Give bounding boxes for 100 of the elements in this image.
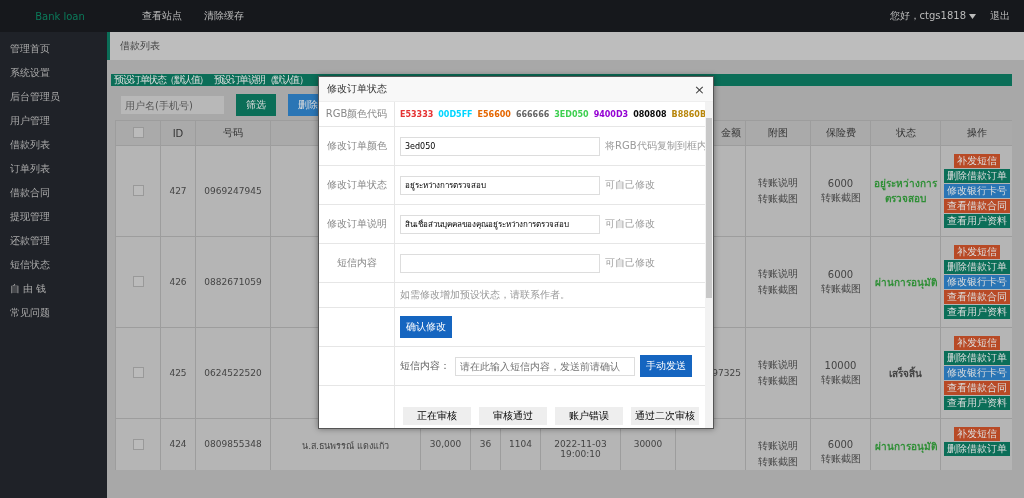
status-text: ผ่านการอนุมัติ — [874, 276, 937, 288]
confirm-button[interactable]: 确认修改 — [400, 316, 452, 338]
close-button[interactable]: × — [694, 81, 705, 97]
input-field[interactable]: 3ed050 — [400, 136, 600, 156]
action-button[interactable]: 查看用户资料 — [943, 214, 1010, 228]
preset-link[interactable]: 预设订单状态（默认值） — [114, 73, 208, 87]
table-cell: 425 — [169, 368, 187, 378]
field-hint: 可自己修改 — [605, 256, 655, 270]
color-code: E56600 — [477, 109, 511, 119]
sidebar-item[interactable]: 常见问题 — [0, 301, 107, 325]
sidebar-item[interactable]: 用户管理 — [0, 109, 107, 133]
action-button[interactable]: 补发短信 — [953, 427, 1000, 441]
sidebar-item[interactable]: 借款合同 — [0, 181, 107, 205]
attachment-link[interactable]: 转账说明 — [758, 358, 798, 372]
checkbox[interactable] — [132, 366, 144, 378]
status-button[interactable]: 通过二次审核 — [631, 407, 699, 425]
field-label: 短信内容 — [336, 256, 377, 270]
action-button[interactable]: 补发短信 — [953, 154, 1000, 168]
sidebar-item[interactable]: 还款管理 — [0, 229, 107, 253]
sidebar-item[interactable]: 系统设置 — [0, 61, 107, 85]
table-cell: น.ส.ธนพรรณ์ แดงแก้ว — [302, 441, 389, 451]
status-button[interactable]: 审核通过 — [479, 407, 547, 425]
field-label: RGB颜色代码 — [325, 107, 388, 121]
attachment-link[interactable]: 转账截图 — [758, 374, 798, 388]
color-code: E53333 — [400, 109, 434, 119]
input-field[interactable]: สินเชื่อส่วนบุคคลของคุณอยู่ระหว่างการตรวจสอบ — [400, 214, 600, 234]
action-button[interactable]: 修改银行卡号 — [943, 366, 1010, 380]
input-field[interactable]: อยู่ระหว่างการตรวจสอบ — [400, 175, 600, 195]
table-cell: 30000 — [633, 439, 663, 449]
action-button[interactable]: 补发短信 — [953, 336, 1000, 350]
logo-text[interactable]: Bank loan — [0, 10, 120, 22]
sms-input[interactable]: 请在此输入短信内容，发送前请确认 — [455, 356, 635, 376]
table-cell: 427 — [169, 186, 187, 196]
sidebar-item[interactable]: 自 由 钱 — [0, 277, 107, 301]
input-field[interactable] — [400, 253, 600, 273]
field-label: 修改订单状态 — [326, 178, 387, 192]
table-cell: 转账截图 — [820, 190, 861, 205]
column-header: 号码 — [223, 127, 243, 138]
checkbox[interactable] — [132, 275, 144, 287]
field-label: 短信内容： — [400, 359, 450, 373]
action-button[interactable]: 补发短信 — [953, 245, 1000, 259]
note-text: 如需修改增加预设状态，请联系作者。 — [400, 288, 570, 302]
sidebar-item[interactable]: 短信状态 — [0, 253, 107, 277]
table-cell: 0969247945 — [204, 186, 262, 196]
action-button[interactable]: 查看用户资料 — [943, 396, 1010, 410]
action-button[interactable]: 修改银行卡号 — [943, 275, 1010, 289]
table-cell: 10000 — [824, 359, 857, 371]
table-cell: 6000 — [827, 439, 854, 450]
field-hint: 可自己修改 — [605, 217, 655, 231]
attachment-link[interactable]: 转账截图 — [758, 455, 798, 469]
user-menu[interactable]: 您好，ctgs1818 — [889, 9, 976, 23]
attachment-link[interactable]: 转账截图 — [758, 283, 798, 297]
color-code: 080808 — [633, 109, 667, 119]
table-cell-text: 2022-11-03 19:00:10 — [553, 439, 608, 459]
action-button[interactable]: 查看借款合同 — [943, 199, 1010, 213]
attachment-link[interactable]: 转账说明 — [758, 439, 798, 453]
search-field[interactable]: 用户名(手机号) — [121, 96, 224, 114]
checkbox[interactable] — [132, 184, 144, 196]
table-cell: 424 — [169, 439, 187, 449]
send-button[interactable]: 手动发送 — [640, 355, 692, 377]
field-label: 修改订单说明 — [326, 217, 387, 231]
attachment-link[interactable]: 转账说明 — [758, 267, 798, 281]
action-button[interactable]: 删除借款订单 — [943, 260, 1010, 274]
action-button[interactable]: 修改银行卡号 — [943, 184, 1010, 198]
color-code: B8860B — [671, 109, 705, 119]
action-button[interactable]: 删除借款订单 — [943, 169, 1010, 183]
table-cell: 转账截图 — [820, 372, 861, 387]
table-cell: 0624522520 — [204, 368, 262, 378]
color-code: 9400D3 — [593, 109, 629, 119]
caret-icon — [969, 13, 976, 19]
table-cell: 0882671059 — [204, 277, 262, 287]
attachment-link[interactable]: 转账截图 — [758, 192, 798, 206]
checkbox[interactable] — [132, 439, 144, 450]
sidebar-item[interactable]: 订单列表 — [0, 157, 107, 181]
sidebar-item[interactable]: 后台管理员 — [0, 85, 107, 109]
column-header: 附图 — [768, 127, 788, 138]
action-button[interactable]: 查看用户资料 — [943, 305, 1010, 319]
nav-link[interactable]: 查看站点 — [142, 9, 182, 23]
column-header: 金额 — [721, 127, 741, 138]
sidebar-item[interactable]: 管理首页 — [0, 37, 107, 61]
filter-button[interactable]: 筛选 — [236, 94, 276, 116]
action-button[interactable]: 删除借款订单 — [943, 351, 1010, 365]
preset-link[interactable]: 预设订单说明（默认值） — [213, 73, 307, 87]
action-button[interactable]: 查看借款合同 — [943, 381, 1010, 395]
status-text: อยู่ระหว่างการตรวจสอบ — [874, 178, 937, 204]
column-header: 保险费 — [825, 127, 856, 138]
table-cell: 36 — [479, 439, 492, 449]
checkbox[interactable] — [132, 126, 144, 138]
status-button[interactable]: 账户错误 — [555, 407, 623, 425]
sidebar-item[interactable]: 提现管理 — [0, 205, 107, 229]
action-button[interactable]: 查看借款合同 — [943, 290, 1010, 304]
status-button[interactable]: 正在审核 — [403, 407, 471, 425]
table-cell: 30,000 — [429, 439, 462, 449]
action-button[interactable]: 删除借款订单 — [943, 442, 1010, 456]
attachment-link[interactable]: 转账说明 — [758, 176, 798, 190]
sidebar-item[interactable]: 借款列表 — [0, 133, 107, 157]
logout-link[interactable]: 退出 — [990, 9, 1010, 23]
nav-link[interactable]: 清除缓存 — [204, 9, 244, 23]
color-code: 3ED050 — [554, 109, 589, 119]
color-code: 00D5FF — [438, 109, 473, 119]
